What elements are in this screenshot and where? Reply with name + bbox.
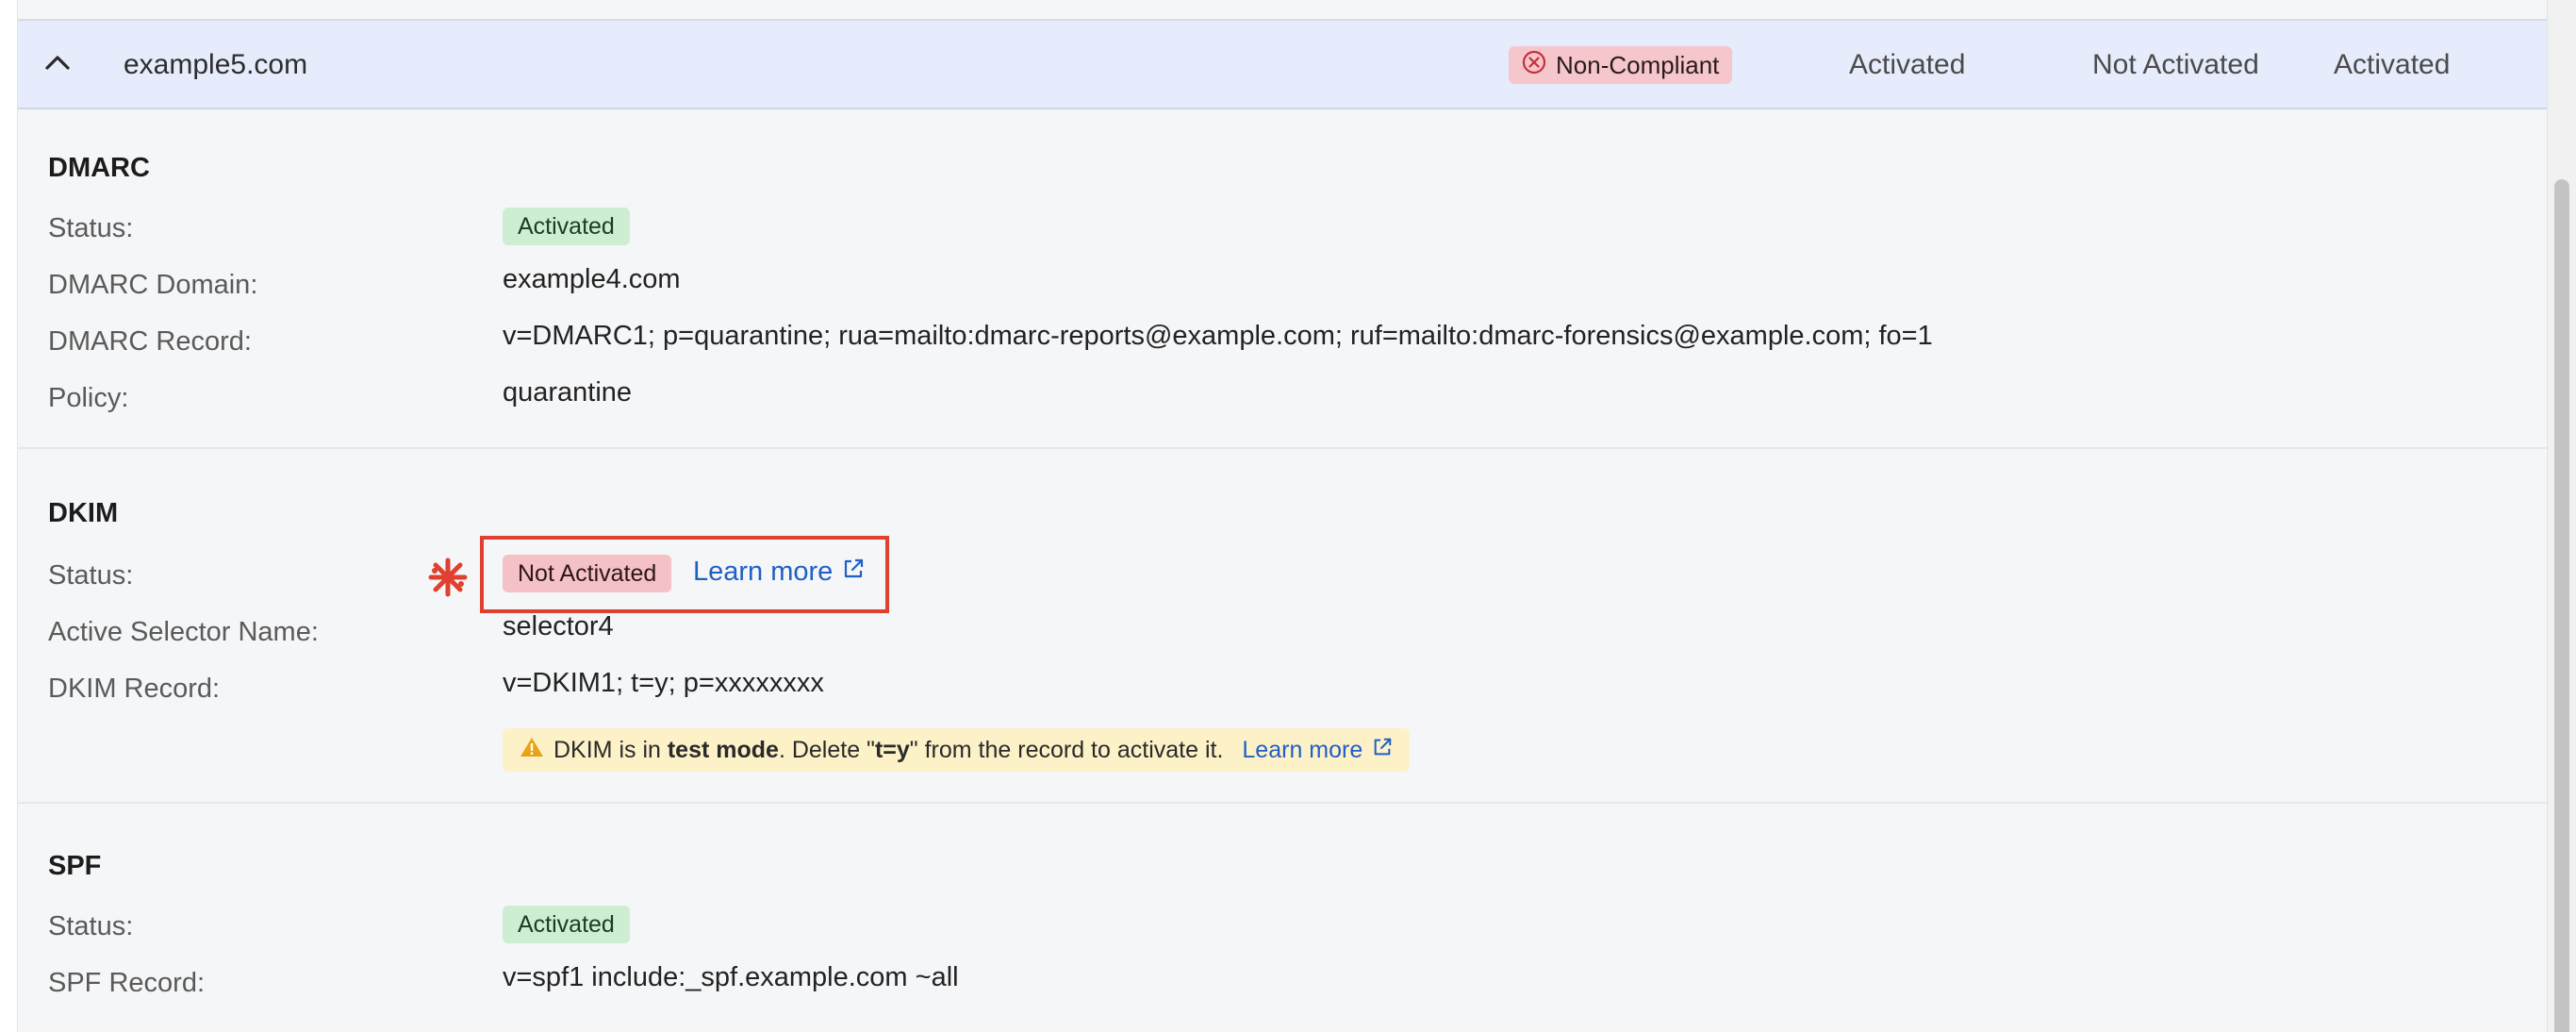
asterisk-mark-icon [425,555,471,600]
dkim-test-mode-warning: DKIM is in test mode. Delete "t=y" from … [503,728,1411,772]
dkim-status-badge: Not Activated [503,555,672,592]
vertical-scrollbar[interactable] [2547,0,2576,1032]
spf-status-label: Status: [48,911,134,941]
section-divider [18,802,2549,804]
dkim-status-summary: Not Activated [2092,49,2259,80]
external-link-icon [1372,737,1393,764]
domain-name: example5.com [124,49,308,80]
dmarc-domain-value: example4.com [503,264,681,294]
dmarc-policy-label: Policy: [48,383,129,413]
dkim-record-label: DKIM Record: [48,674,221,704]
dkim-selector-label: Active Selector Name: [48,617,319,647]
dmarc-status-badge: Activated [503,208,630,245]
spf-status-summary: Activated [2334,49,2451,80]
spf-section-title: SPF [48,851,102,881]
compliance-status-badge: Non-Compliant [1509,46,1733,84]
domain-details-panel: example5.com Non-Compliant Activated Not… [17,0,2549,1032]
chevron-up-icon[interactable] [37,42,78,83]
dmarc-record-label: DMARC Record: [48,326,252,357]
dmarc-status-label: Status: [48,213,134,243]
dkim-selector-value: selector4 [503,611,614,641]
x-circle-icon [1522,50,1546,81]
scrollbar-thumb[interactable] [2554,179,2569,1032]
dkim-record-value: v=DKIM1; t=y; p=xxxxxxxx [503,668,824,698]
external-link-icon [842,557,865,588]
warning-text: DKIM is in test mode. Delete "t=y" from … [553,736,1224,763]
dmarc-record-value: v=DMARC1; p=quarantine; rua=mailto:dmarc… [503,321,1933,351]
dkim-section-title: DKIM [48,498,119,528]
dmarc-status-summary: Activated [1849,49,1966,80]
page: example5.com Non-Compliant Activated Not… [0,0,2576,1032]
domain-row-header[interactable]: example5.com Non-Compliant Activated Not… [18,19,2549,109]
dmarc-domain-label: DMARC Domain: [48,270,258,300]
warning-triangle-icon [520,736,544,765]
dmarc-policy-value: quarantine [503,377,633,408]
learn-more-label: Learn more [1242,736,1363,763]
dmarc-section-title: DMARC [48,153,150,183]
dkim-learn-more-link[interactable]: Learn more [693,557,865,588]
spf-record-label: SPF Record: [48,968,205,998]
spf-status-badge: Activated [503,906,630,943]
compliance-status-label: Non-Compliant [1556,50,1720,79]
spf-record-value: v=spf1 include:_spf.example.com ~all [503,962,959,992]
section-divider [18,447,2549,449]
learn-more-label: Learn more [693,557,834,587]
warning-learn-more-link[interactable]: Learn more [1242,737,1393,764]
dkim-status-label: Status: [48,560,134,591]
